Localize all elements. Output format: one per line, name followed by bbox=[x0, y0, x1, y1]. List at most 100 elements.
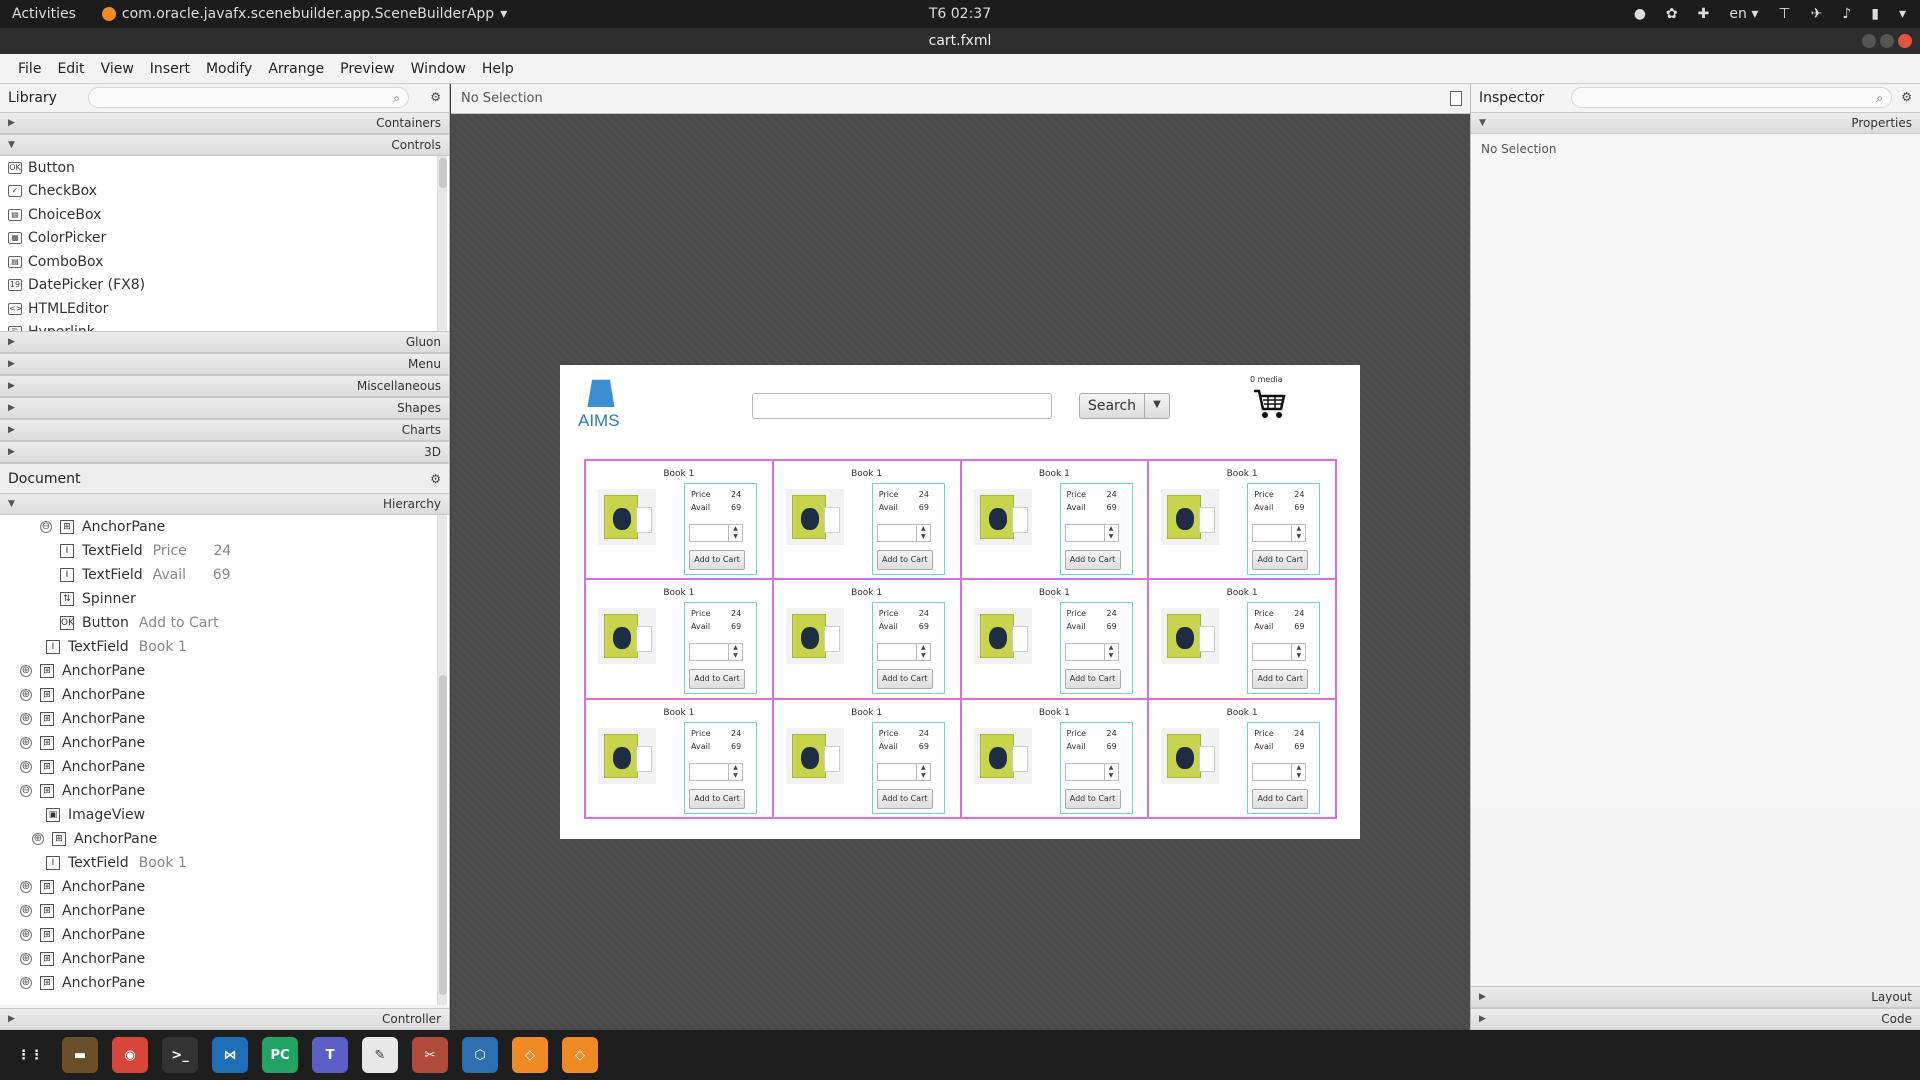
spinner-arrows-icon[interactable]: ▲ ▼ bbox=[728, 525, 742, 541]
search-split-button[interactable]: Search ▼ bbox=[1079, 393, 1170, 419]
expand-icon[interactable]: ⊕ bbox=[20, 905, 32, 917]
add-to-cart-button[interactable]: Add to Cart bbox=[1064, 669, 1121, 690]
spinner-arrows-icon[interactable]: ▲ ▼ bbox=[1291, 525, 1305, 541]
scenebuilder-icon[interactable]: ◇ bbox=[512, 1037, 548, 1073]
library-section-controls[interactable]: ▼ Controls bbox=[0, 134, 449, 156]
price-value[interactable]: 24 bbox=[1294, 729, 1304, 738]
avail-value[interactable]: 69 bbox=[731, 503, 741, 512]
product-card[interactable]: Book 1 Price 24 Avail 69 ▲ ▼ Add to Cart bbox=[772, 460, 961, 580]
scenebuilder-active-icon[interactable]: ◇ bbox=[562, 1037, 598, 1073]
add-to-cart-button[interactable]: Add to Cart bbox=[1064, 550, 1121, 570]
app-menu[interactable]: com.oracle.javafx.scenebuilder.app.Scene… bbox=[101, 6, 507, 22]
hierarchy-row[interactable]: ⊕ ⊞ AnchorPane bbox=[0, 923, 449, 947]
avail-value[interactable]: 69 bbox=[1107, 622, 1117, 631]
expand-icon[interactable]: ⊕ bbox=[20, 737, 32, 749]
spinner-arrows-icon[interactable]: ▲ ▼ bbox=[915, 525, 930, 541]
quantity-spinner[interactable]: ▲ ▼ bbox=[689, 643, 743, 662]
spinner-arrows-icon[interactable]: ▲ ▼ bbox=[728, 644, 742, 661]
product-card[interactable]: Book 1 Price 24 Avail 69 ▲ ▼ Add to Cart bbox=[772, 579, 961, 699]
terminal-icon[interactable]: >_ bbox=[162, 1037, 198, 1073]
avail-value[interactable]: 69 bbox=[919, 503, 929, 512]
avail-value[interactable]: 69 bbox=[731, 742, 741, 751]
library-item[interactable]: ⎘Hyperlink bbox=[0, 321, 449, 331]
controller-section[interactable]: ▶ Controller bbox=[0, 1008, 449, 1030]
library-section[interactable]: ▶ Miscellaneous bbox=[0, 375, 449, 397]
price-value[interactable]: 24 bbox=[1294, 609, 1304, 618]
gear-icon[interactable]: ⚙ bbox=[430, 472, 441, 486]
hierarchy-row[interactable]: I TextField Book 1 bbox=[0, 635, 449, 659]
avail-value[interactable]: 69 bbox=[1107, 742, 1117, 751]
quantity-spinner[interactable]: ▲ ▼ bbox=[876, 524, 931, 542]
library-item[interactable]: OK Button bbox=[0, 156, 449, 180]
hierarchy-section[interactable]: ▼ Hierarchy bbox=[0, 493, 449, 515]
product-card[interactable]: Book 1 Price 24 Avail 69 ▲ ▼ Add to Cart bbox=[960, 698, 1149, 818]
library-item[interactable]: ✓ CheckBox bbox=[0, 180, 449, 204]
menu-file[interactable]: File bbox=[18, 61, 41, 77]
product-card[interactable]: Book 1 Price 24 Avail 69 ▲ ▼ Add to Cart bbox=[960, 460, 1149, 580]
cart-stage[interactable]: AIMS Search ▼ 0 media Book 1 Price 24 Avail… bbox=[560, 365, 1360, 839]
cart-icon[interactable] bbox=[1252, 387, 1286, 421]
avail-value[interactable]: 69 bbox=[1294, 622, 1304, 631]
maximize-icon[interactable] bbox=[1880, 34, 1894, 48]
quantity-spinner[interactable]: ▲ ▼ bbox=[689, 762, 743, 781]
add-to-cart-button[interactable]: Add to Cart bbox=[876, 788, 933, 809]
gear-icon[interactable]: ⚙ bbox=[430, 90, 441, 104]
quantity-spinner[interactable]: ▲ ▼ bbox=[876, 762, 931, 781]
expand-icon[interactable]: ⊕ bbox=[20, 977, 32, 989]
hierarchy-row[interactable]: I TextField Price 24 bbox=[0, 539, 449, 563]
hierarchy-row[interactable]: ⊕ ⊞ AnchorPane bbox=[0, 971, 449, 995]
spinner-arrows-icon[interactable]: ▲ ▼ bbox=[915, 644, 930, 661]
expand-icon[interactable]: ⊕ bbox=[20, 761, 32, 773]
menu-insert[interactable]: Insert bbox=[150, 61, 190, 77]
scrollbar-thumb[interactable] bbox=[439, 158, 447, 188]
avail-value[interactable]: 69 bbox=[919, 742, 929, 751]
spinner-arrows-icon[interactable]: ▲ ▼ bbox=[915, 763, 930, 780]
volume-icon[interactable]: ♪ bbox=[1842, 6, 1851, 22]
text-editor-icon[interactable]: ✎ bbox=[362, 1037, 398, 1073]
library-search-input[interactable]: ⌕ bbox=[88, 87, 409, 108]
apps-grid-icon[interactable]: ⋮⋮ bbox=[12, 1037, 48, 1073]
tools-icon[interactable]: ✂ bbox=[412, 1037, 448, 1073]
quantity-spinner[interactable]: ▲ ▼ bbox=[1252, 643, 1307, 662]
add-to-cart-button[interactable]: Add to Cart bbox=[1252, 669, 1309, 690]
extension-tray-icon[interactable]: ✚ bbox=[1698, 6, 1710, 22]
gear-icon[interactable]: ⚙ bbox=[1901, 90, 1912, 104]
airplane-icon[interactable]: ✈ bbox=[1811, 6, 1823, 22]
library-section[interactable]: ▶ Shapes bbox=[0, 397, 449, 419]
expand-icon[interactable]: ⊕ bbox=[20, 665, 32, 677]
files-icon[interactable]: ▬ bbox=[62, 1037, 98, 1073]
expand-icon[interactable]: ⊕ bbox=[32, 833, 44, 845]
library-item[interactable]: ▦ ColorPicker bbox=[0, 227, 449, 251]
close-icon[interactable] bbox=[1898, 34, 1912, 48]
product-card[interactable]: Book 1 Price 24 Avail 69 ▲ ▼ Add to Cart bbox=[585, 579, 773, 699]
quantity-spinner[interactable]: ▲ ▼ bbox=[876, 643, 931, 662]
virtualbox-icon[interactable]: ⬡ bbox=[462, 1037, 498, 1073]
add-to-cart-button[interactable]: Add to Cart bbox=[1252, 550, 1309, 570]
avail-value[interactable]: 69 bbox=[1294, 742, 1304, 751]
price-value[interactable]: 24 bbox=[919, 609, 929, 618]
avail-value[interactable]: 69 bbox=[1107, 503, 1117, 512]
avail-value[interactable]: 69 bbox=[731, 622, 741, 631]
avail-value[interactable]: 69 bbox=[1294, 503, 1304, 512]
hierarchy-row[interactable]: I TextField Avail 69 bbox=[0, 563, 449, 587]
price-value[interactable]: 24 bbox=[1107, 609, 1117, 618]
chrome-icon[interactable]: ◉ bbox=[112, 1037, 148, 1073]
search-input[interactable] bbox=[752, 393, 1052, 419]
product-card[interactable]: Book 1 Price 24 Avail 69 ▲ ▼ Add to Cart bbox=[1148, 460, 1336, 580]
expand-icon[interactable]: ⊕ bbox=[20, 929, 32, 941]
hierarchy-row[interactable]: ⊕ ⊞ AnchorPane bbox=[0, 731, 449, 755]
spinner-arrows-icon[interactable]: ▲ ▼ bbox=[1291, 763, 1305, 780]
network-icon[interactable]: ⊤ bbox=[1778, 6, 1790, 22]
code-section[interactable]: ▶ Code bbox=[1471, 1008, 1920, 1030]
hierarchy-row[interactable]: ⊖ ⊞ AnchorPane bbox=[0, 779, 449, 803]
spinner-arrows-icon[interactable]: ▲ ▼ bbox=[1291, 644, 1305, 661]
teams-icon[interactable]: T bbox=[312, 1037, 348, 1073]
hierarchy-row[interactable]: ⊕ ⊞ AnchorPane bbox=[0, 707, 449, 731]
hierarchy-row[interactable]: ▣ ImageView bbox=[0, 803, 449, 827]
quantity-spinner[interactable]: ▲ ▼ bbox=[1252, 524, 1307, 542]
quantity-spinner[interactable]: ▲ ▼ bbox=[689, 524, 743, 542]
menu-view[interactable]: View bbox=[101, 61, 134, 77]
price-value[interactable]: 24 bbox=[919, 490, 929, 499]
price-value[interactable]: 24 bbox=[1294, 490, 1304, 499]
collapse-icon[interactable]: ⊖ bbox=[40, 521, 52, 533]
